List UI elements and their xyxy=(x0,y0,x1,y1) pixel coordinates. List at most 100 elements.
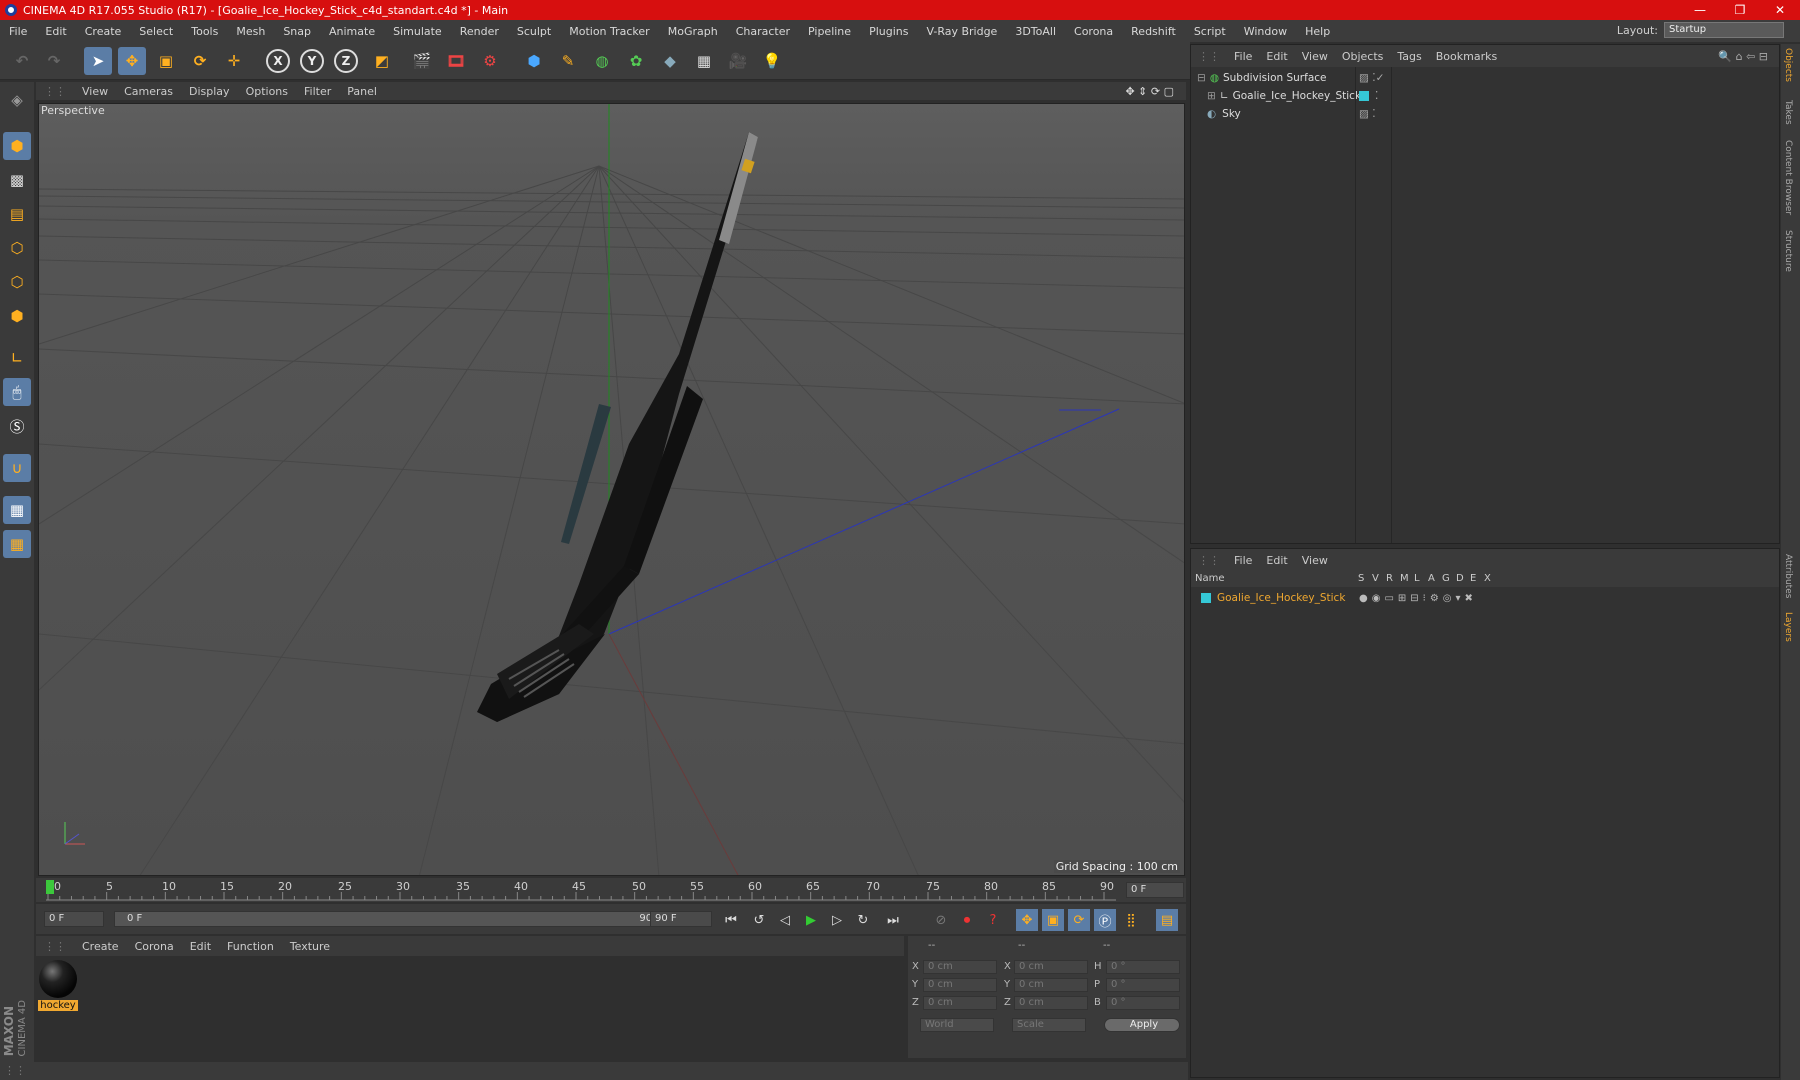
menu-vray-bridge[interactable]: V-Ray Bridge xyxy=(917,25,1006,38)
position-z-field[interactable]: 0 cm xyxy=(923,996,997,1010)
close-button[interactable]: ✕ xyxy=(1760,0,1800,20)
menu-window[interactable]: Window xyxy=(1235,25,1296,38)
col-expressions[interactable]: E xyxy=(1470,573,1476,584)
menu-help[interactable]: Help xyxy=(1296,25,1339,38)
menu-character[interactable]: Character xyxy=(727,25,799,38)
menu-select[interactable]: Select xyxy=(130,25,182,38)
position-x-field[interactable]: 0 cm xyxy=(923,960,997,974)
size-z-field[interactable]: 0 cm xyxy=(1014,996,1088,1010)
axis-mode-icon[interactable]: ∟ xyxy=(3,344,31,372)
tab-objects[interactable]: Objects xyxy=(1783,48,1793,82)
floor-icon[interactable]: ▦ xyxy=(690,47,718,75)
cube-primitive-icon[interactable]: ⬢ xyxy=(520,47,548,75)
objects-menu-tags[interactable]: Tags xyxy=(1390,50,1428,63)
col-locked[interactable]: L xyxy=(1414,573,1420,584)
y-axis-lock-icon[interactable]: Y xyxy=(300,49,324,73)
viewport-menu-filter[interactable]: Filter xyxy=(296,85,339,98)
make-editable-icon[interactable]: ◈ xyxy=(3,86,31,114)
next-key-icon[interactable]: ↻ xyxy=(852,909,874,931)
position-y-field[interactable]: 0 cm xyxy=(923,978,997,992)
tab-content-browser[interactable]: Content Browser xyxy=(1783,140,1793,215)
snap-icon[interactable]: Ⓢ xyxy=(3,412,31,440)
material-menu-corona[interactable]: Corona xyxy=(127,940,182,953)
menu-file[interactable]: File xyxy=(0,25,36,38)
texture-mode-icon[interactable]: ▩ xyxy=(3,166,31,194)
viewport-menu-display[interactable]: Display xyxy=(181,85,238,98)
tab-takes[interactable]: Takes xyxy=(1783,100,1793,125)
viewport-menu-view[interactable]: View xyxy=(74,85,116,98)
record-icon[interactable]: ⏺ xyxy=(956,909,978,931)
material-swatch[interactable]: hockey xyxy=(38,960,78,1014)
render-view-icon[interactable]: 🎬 xyxy=(408,47,436,75)
pen-spline-icon[interactable]: ✎ xyxy=(554,47,582,75)
play-icon[interactable]: ▶ xyxy=(800,909,822,931)
menu-plugins[interactable]: Plugins xyxy=(860,25,917,38)
edges-mode-icon[interactable]: ⬡ xyxy=(3,268,31,296)
cloner-icon[interactable]: ✿ xyxy=(622,47,650,75)
layout-dropdown[interactable]: Startup xyxy=(1664,22,1784,38)
menu-corona[interactable]: Corona xyxy=(1065,25,1122,38)
tab-attributes[interactable]: Attributes xyxy=(1783,554,1793,598)
scale-tool-icon[interactable]: ▣ xyxy=(152,47,180,75)
coordinate-space-dropdown[interactable]: World xyxy=(920,1018,994,1032)
lock-workplane-icon[interactable]: ▦ xyxy=(3,496,31,524)
tab-structure[interactable]: Structure xyxy=(1783,230,1793,272)
size-x-field[interactable]: 0 cm xyxy=(1014,960,1088,974)
collapse-icon[interactable]: ⊟ xyxy=(1197,72,1206,84)
menu-render[interactable]: Render xyxy=(451,25,508,38)
minimize-button[interactable]: — xyxy=(1680,0,1720,20)
next-frame-icon[interactable]: ▷ xyxy=(826,909,848,931)
rotate-tool-icon[interactable]: ⟳ xyxy=(186,47,214,75)
object-flags[interactable]: ▨ ⁚ xyxy=(1359,108,1376,120)
layer-flag-icons[interactable]: ●◉▭⊞⊟⁝⚙◎▾✖ xyxy=(1359,593,1477,604)
z-axis-lock-icon[interactable]: Z xyxy=(334,49,358,73)
key-position-icon[interactable]: ✥ xyxy=(1016,909,1038,931)
subdivision-surface-icon[interactable]: ◍ xyxy=(588,47,616,75)
3d-viewport[interactable]: Perspective Grid Spacing : 100 cm xyxy=(38,103,1185,876)
col-generators[interactable]: G xyxy=(1442,573,1450,584)
material-menu-function[interactable]: Function xyxy=(219,940,282,953)
key-scale-icon[interactable]: ▣ xyxy=(1042,909,1064,931)
render-settings-icon[interactable]: ⚙ xyxy=(476,47,504,75)
col-manager[interactable]: M xyxy=(1400,573,1409,584)
previous-frame-icon[interactable]: ◁ xyxy=(774,909,796,931)
select-tool-icon[interactable]: ➤ xyxy=(84,47,112,75)
size-y-field[interactable]: 0 cm xyxy=(1014,978,1088,992)
current-frame-field[interactable]: 0 F xyxy=(1126,882,1184,898)
col-xref[interactable]: X xyxy=(1484,573,1491,584)
playhead-marker[interactable] xyxy=(46,880,54,894)
key-parameter-icon[interactable]: Ⓟ xyxy=(1094,909,1116,931)
menu-mesh[interactable]: Mesh xyxy=(227,25,274,38)
workplane-icon[interactable]: ▤ xyxy=(3,200,31,228)
menu-create[interactable]: Create xyxy=(76,25,131,38)
col-render[interactable]: R xyxy=(1386,573,1393,584)
redo-icon[interactable]: ↷ xyxy=(40,47,68,75)
expand-icon[interactable]: ⊞ xyxy=(1207,90,1216,102)
layer-row[interactable]: Goalie_Ice_Hockey_Stick ●◉▭⊞⊟⁝⚙◎▾✖ xyxy=(1191,589,1779,607)
coordinate-mode-dropdown[interactable]: Scale xyxy=(1012,1018,1086,1032)
timeline-window-icon[interactable]: ▤ xyxy=(1156,909,1178,931)
menu-redshift[interactable]: Redshift xyxy=(1122,25,1185,38)
rotation-b-field[interactable]: 0 ° xyxy=(1106,996,1180,1010)
object-row-subdivision-surface[interactable]: ⊟ ◍ Subdivision Surface ▨ ⁚✓ xyxy=(1191,69,1779,87)
menu-3dtoall[interactable]: 3DToAll xyxy=(1006,25,1065,38)
objects-menu-file[interactable]: File xyxy=(1227,50,1259,63)
layers-menu-edit[interactable]: Edit xyxy=(1259,554,1294,567)
menu-mograph[interactable]: MoGraph xyxy=(659,25,727,38)
layers-menu-file[interactable]: File xyxy=(1227,554,1259,567)
object-row-goalie-stick[interactable]: ⊞ ∟ Goalie_Ice_Hockey_Stick ⁚ xyxy=(1191,87,1779,105)
menu-sculpt[interactable]: Sculpt xyxy=(508,25,560,38)
menu-motion-tracker[interactable]: Motion Tracker xyxy=(560,25,658,38)
render-picture-viewer-icon[interactable]: 🎞 xyxy=(442,47,470,75)
coordinate-system-icon[interactable]: ◩ xyxy=(368,47,396,75)
menu-simulate[interactable]: Simulate xyxy=(384,25,451,38)
magnet-icon[interactable]: ∪ xyxy=(3,454,31,482)
col-deformers[interactable]: D xyxy=(1456,573,1464,584)
rotation-p-field[interactable]: 0 ° xyxy=(1106,978,1180,992)
model-mode-icon[interactable]: ⬢ xyxy=(3,132,31,160)
objects-menu-objects[interactable]: Objects xyxy=(1335,50,1391,63)
polygons-mode-icon[interactable]: ⬢ xyxy=(3,302,31,330)
go-to-end-icon[interactable]: ⏭ xyxy=(882,909,904,931)
menu-tools[interactable]: Tools xyxy=(182,25,227,38)
layers-menu-view[interactable]: View xyxy=(1295,554,1335,567)
